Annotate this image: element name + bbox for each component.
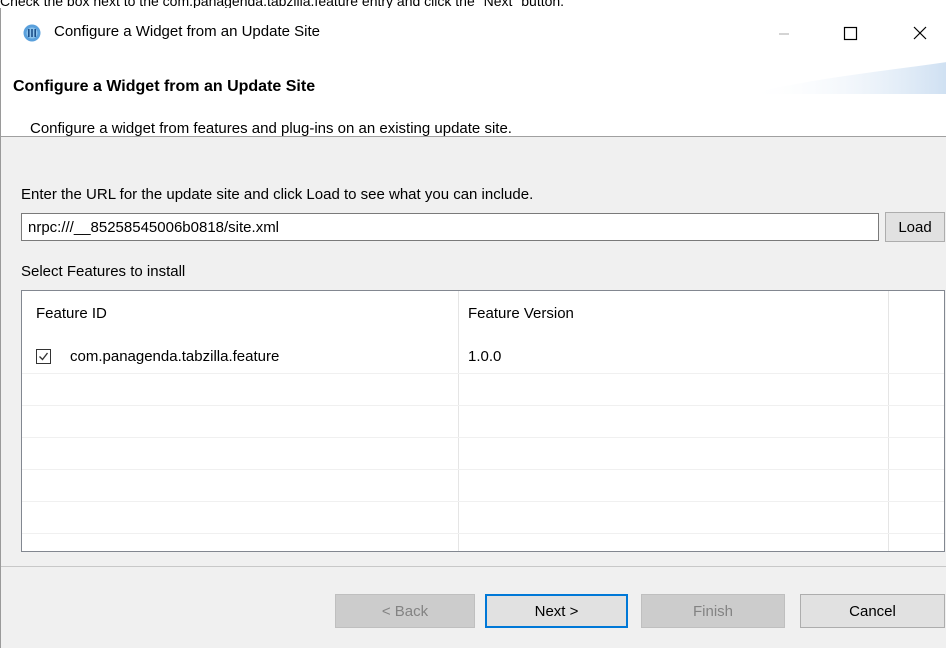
column-header-feature-version[interactable]: Feature Version bbox=[468, 305, 574, 322]
load-button[interactable]: Load bbox=[885, 212, 945, 242]
maximize-icon bbox=[843, 26, 858, 41]
select-features-label: Select Features to install bbox=[21, 263, 186, 280]
features-table: Feature ID Feature Version com.panagenda… bbox=[21, 290, 945, 552]
minimize-button[interactable] bbox=[761, 16, 807, 50]
wizard-header: Configure a Widget from an Update Site C… bbox=[1, 58, 946, 137]
table-row-empty bbox=[22, 469, 944, 502]
dialog-window: Configure a Widget from an Update Site C… bbox=[0, 8, 946, 648]
finish-button[interactable]: Finish bbox=[641, 594, 785, 628]
url-prompt-label: Enter the URL for the update site and cl… bbox=[21, 186, 534, 203]
minimize-icon bbox=[779, 33, 789, 35]
table-header-row: Feature ID Feature Version bbox=[22, 291, 944, 335]
header-banner-decoration bbox=[747, 62, 946, 94]
maximize-button[interactable] bbox=[827, 16, 873, 50]
table-row-empty bbox=[22, 501, 944, 534]
table-row-empty bbox=[22, 373, 944, 406]
column-header-feature-id[interactable]: Feature ID bbox=[36, 305, 107, 322]
wizard-title: Configure a Widget from an Update Site bbox=[13, 78, 316, 95]
close-button[interactable] bbox=[897, 16, 943, 50]
table-row[interactable]: com.panagenda.tabzilla.feature 1.0.0 bbox=[22, 341, 944, 374]
url-input[interactable] bbox=[21, 213, 879, 241]
cancel-button[interactable]: Cancel bbox=[800, 594, 945, 628]
table-row-empty bbox=[22, 437, 944, 470]
checkmark-icon bbox=[39, 352, 49, 361]
next-button[interactable]: Next > bbox=[485, 594, 628, 628]
app-icon bbox=[23, 24, 41, 42]
feature-id-cell: com.panagenda.tabzilla.feature bbox=[70, 348, 280, 365]
back-button[interactable]: < Back bbox=[335, 594, 475, 628]
feature-version-cell: 1.0.0 bbox=[468, 348, 502, 365]
instruction-text: Check the box next to the com.panagenda.… bbox=[0, 0, 565, 8]
wizard-description: Configure a widget from features and plu… bbox=[30, 120, 512, 137]
window-title: Configure a Widget from an Update Site bbox=[54, 23, 320, 40]
title-bar: Configure a Widget from an Update Site bbox=[1, 8, 946, 58]
feature-checkbox[interactable] bbox=[36, 349, 51, 364]
button-bar-separator bbox=[1, 566, 946, 567]
table-row-empty bbox=[22, 405, 944, 438]
close-icon bbox=[913, 26, 927, 40]
